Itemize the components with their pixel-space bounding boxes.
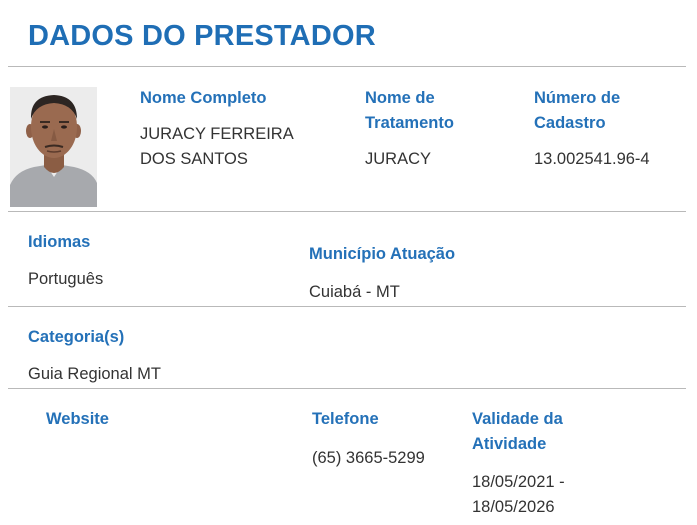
person-photo-icon bbox=[10, 87, 97, 207]
nome-completo-label: Nome Completo bbox=[140, 89, 267, 107]
nome-tratamento-label-line1: Nome de bbox=[365, 89, 435, 107]
nome-completo-value-line1: JURACY FERREIRA bbox=[140, 125, 294, 143]
telefone-value: (65) 3665-5299 bbox=[312, 449, 425, 467]
numero-cadastro-label-line2: Cadastro bbox=[534, 114, 606, 132]
numero-cadastro-value: 13.002541.96-4 bbox=[534, 150, 650, 168]
divider bbox=[8, 388, 686, 389]
website-label: Website bbox=[46, 410, 109, 428]
divider bbox=[8, 306, 686, 307]
divider bbox=[8, 66, 686, 67]
validade-value-line1: 18/05/2021 - bbox=[472, 473, 565, 491]
provider-photo bbox=[10, 87, 97, 207]
divider bbox=[8, 211, 686, 212]
idiomas-label: Idiomas bbox=[28, 233, 91, 251]
idiomas-value: Português bbox=[28, 270, 104, 288]
validade-value-line2: 18/05/2026 bbox=[472, 498, 555, 516]
nome-tratamento-label-line2: Tratamento bbox=[365, 114, 454, 132]
nome-tratamento-value: JURACY bbox=[365, 150, 432, 168]
validade-label-line1: Validade da bbox=[472, 410, 563, 428]
municipio-value: Cuiabá - MT bbox=[309, 283, 400, 301]
numero-cadastro-label-line1: Número de bbox=[534, 89, 621, 107]
municipio-label: Município Atuação bbox=[309, 245, 456, 263]
validade-label-line2: Atividade bbox=[472, 435, 547, 453]
categorias-value: Guia Regional MT bbox=[28, 365, 161, 383]
telefone-label: Telefone bbox=[312, 410, 379, 428]
page-title: DADOS DO PRESTADOR bbox=[28, 20, 376, 52]
nome-completo-value-line2: DOS SANTOS bbox=[140, 150, 248, 168]
categorias-label: Categoria(s) bbox=[28, 328, 125, 346]
